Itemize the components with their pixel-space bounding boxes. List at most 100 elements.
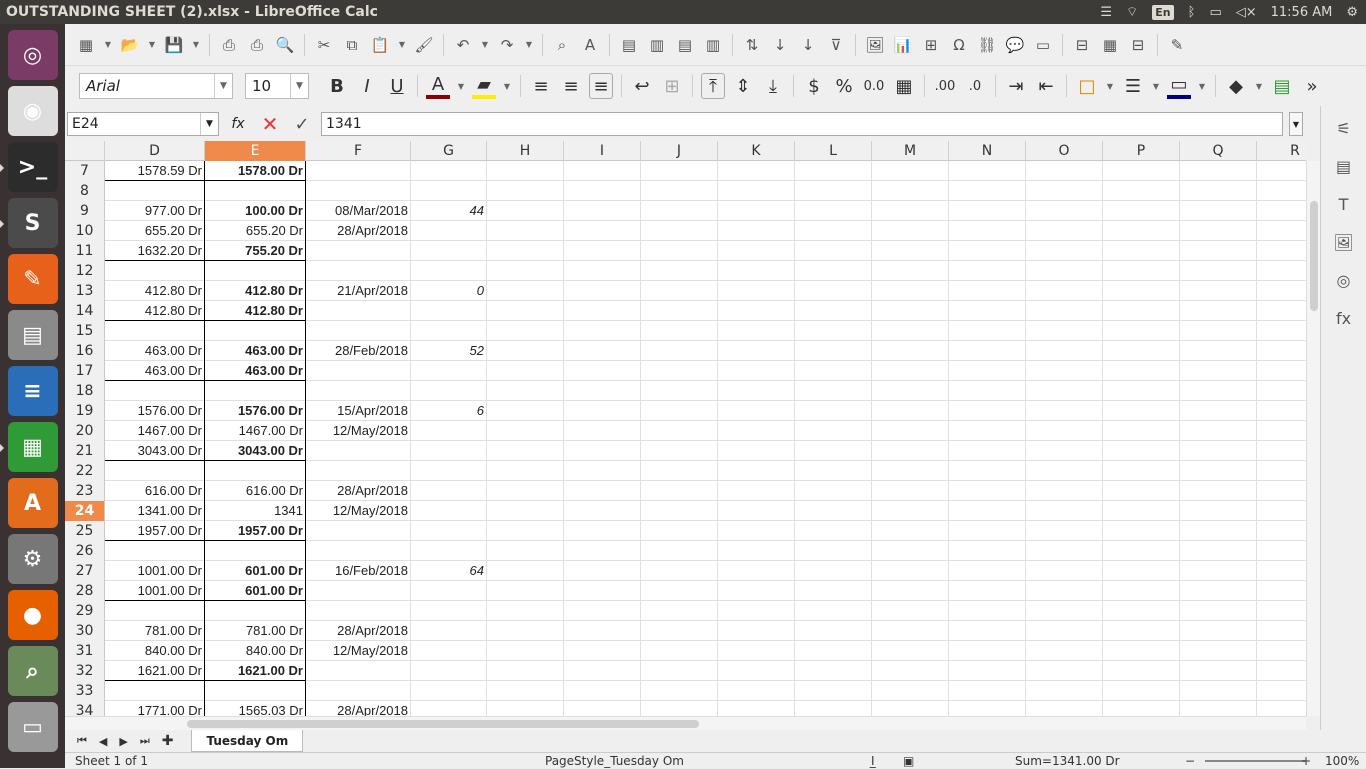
underline-icon[interactable]: U [385,73,409,99]
cell-d[interactable] [105,261,205,281]
cell-empty[interactable] [1026,501,1103,521]
cell-empty[interactable] [641,561,718,581]
cell-empty[interactable] [795,301,872,321]
cell-empty[interactable] [564,221,641,241]
cell-g[interactable] [411,261,487,281]
cell-empty[interactable] [718,381,795,401]
cell-empty[interactable] [564,661,641,681]
cell-empty[interactable] [564,441,641,461]
last-sheet-icon[interactable]: ⏭ [140,734,150,748]
volume-icon[interactable]: ◁× [1236,5,1257,20]
cell-d[interactable]: 1467.00 Dr [105,421,205,441]
cell-empty[interactable] [872,461,949,481]
row-header[interactable]: 20 [65,421,105,441]
expand-formula-bar-icon[interactable]: ▼ [1289,112,1303,136]
vertical-scroll-thumb[interactable] [1310,201,1318,311]
cell-empty[interactable] [641,221,718,241]
cell-empty[interactable] [949,161,1026,181]
borders-dropdown-icon[interactable]: ▼ [1105,75,1115,97]
cell-empty[interactable] [949,241,1026,261]
cell-empty[interactable] [1180,201,1257,221]
cell-f[interactable] [306,241,411,261]
redo-icon[interactable]: ↷ [496,34,518,56]
cell-empty[interactable] [641,461,718,481]
cell-empty[interactable] [718,341,795,361]
row-header[interactable]: 22 [65,461,105,481]
cell-empty[interactable] [1257,361,1306,381]
cell-empty[interactable] [1180,601,1257,621]
system-gear-icon[interactable]: ⚙ [1346,5,1358,20]
cell-empty[interactable] [718,321,795,341]
row-header[interactable]: 28 [65,581,105,601]
cell-empty[interactable] [1257,201,1306,221]
software-center-icon[interactable]: A [7,478,58,528]
cell-g[interactable] [411,521,487,541]
cell-empty[interactable] [487,521,564,541]
cell-empty[interactable] [872,181,949,201]
cell-empty[interactable] [1103,521,1180,541]
cell-empty[interactable] [1180,181,1257,201]
cell-empty[interactable] [1180,261,1257,281]
cell-d[interactable]: 655.20 Dr [105,221,205,241]
save-icon[interactable]: 💾 [163,34,185,56]
cell-empty[interactable] [641,261,718,281]
bold-icon[interactable]: B [325,73,349,99]
cell-empty[interactable] [795,581,872,601]
cell-empty[interactable] [641,541,718,561]
wifi-icon[interactable]: ⌔ [1126,4,1138,20]
cell-empty[interactable] [487,241,564,261]
cell-empty[interactable] [1103,461,1180,481]
align-left-icon[interactable]: ≡ [529,73,553,99]
cell-empty[interactable] [872,601,949,621]
cell-empty[interactable] [487,361,564,381]
page-style[interactable]: PageStyle_Tuesday Om [545,753,684,769]
cell-f[interactable] [306,361,411,381]
cell-empty[interactable] [564,181,641,201]
redo-dropdown-icon[interactable]: ▼ [524,34,534,56]
cell-empty[interactable] [1257,301,1306,321]
cell-empty[interactable] [1257,681,1306,701]
cell-empty[interactable] [1257,401,1306,421]
cell-e[interactable] [205,321,306,341]
cell-empty[interactable] [1026,701,1103,716]
cell-f[interactable]: 28/Apr/2018 [306,621,411,641]
cell-empty[interactable] [1257,641,1306,661]
paste-dropdown-icon[interactable]: ▼ [397,34,407,56]
navigator-icon[interactable]: ◎ [1332,268,1356,292]
sort-icon[interactable]: ⇅ [741,34,763,56]
cell-empty[interactable] [641,421,718,441]
ubuntu-dash-icon[interactable]: ◎ [7,30,58,80]
row-header[interactable]: 14 [65,301,105,321]
cell-empty[interactable] [641,321,718,341]
image-icon[interactable]: 🖼 [864,34,886,56]
cell-empty[interactable] [1103,701,1180,716]
cell-empty[interactable] [1103,221,1180,241]
cell-empty[interactable] [949,261,1026,281]
row-header[interactable]: 34 [65,701,105,716]
merge-cells-icon[interactable]: ⊞ [660,73,684,99]
chart-icon[interactable]: 📊 [892,34,914,56]
cell-empty[interactable] [795,261,872,281]
cell-empty[interactable] [1103,361,1180,381]
cell-empty[interactable] [487,481,564,501]
cell-empty[interactable] [872,481,949,501]
column-header-k[interactable]: K [718,141,795,161]
cell-d[interactable] [105,461,205,481]
zoom-in-icon[interactable]: + [1301,753,1311,769]
cell-empty[interactable] [564,561,641,581]
writer-icon[interactable]: ≡ [7,366,58,416]
cell-empty[interactable] [872,501,949,521]
cell-empty[interactable] [641,701,718,716]
cell-empty[interactable] [564,241,641,261]
cell-empty[interactable] [487,341,564,361]
formula-input[interactable]: 1341 [321,112,1283,136]
cell-g[interactable] [411,361,487,381]
cell-empty[interactable] [1257,181,1306,201]
cell-g[interactable] [411,181,487,201]
cell-e[interactable]: 601.00 Dr [205,561,306,581]
horizontal-scroll-thumb[interactable] [187,720,699,728]
cell-empty[interactable] [1180,681,1257,701]
row-header[interactable]: 25 [65,521,105,541]
cell-empty[interactable] [1026,521,1103,541]
cell-empty[interactable] [718,281,795,301]
